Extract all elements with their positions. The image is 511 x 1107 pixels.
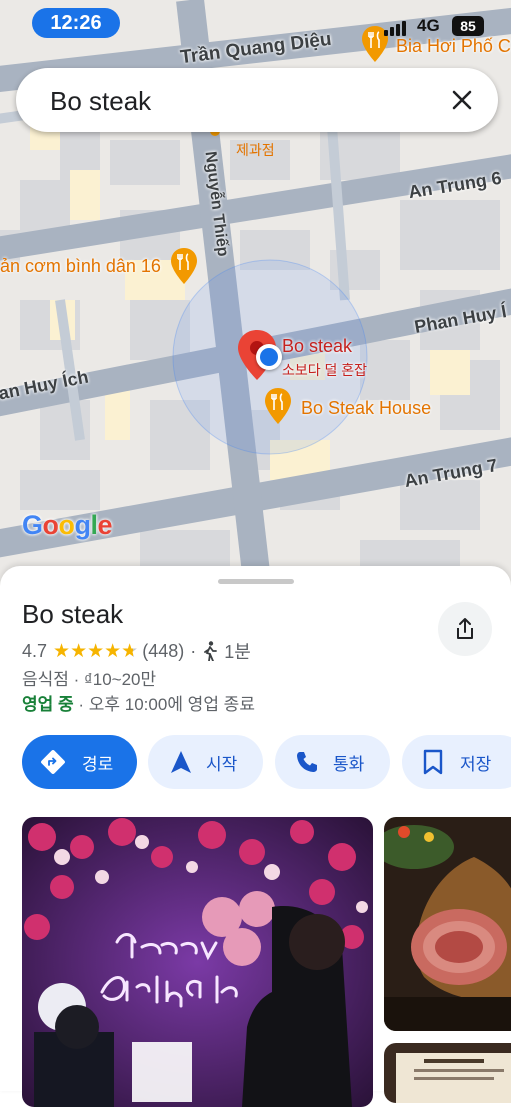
- directions-icon: [41, 750, 65, 774]
- google-logo: Google: [22, 510, 113, 540]
- start-button[interactable]: 시작: [148, 735, 263, 789]
- rating-value: 4.7: [22, 640, 48, 661]
- my-location-dot: [256, 344, 282, 370]
- walking-icon: [204, 641, 218, 661]
- place-photo-tertiary[interactable]: [384, 1043, 511, 1103]
- hours-row: 영업 중 · 오후 10:00에 영업 종료: [22, 690, 255, 715]
- start-label: 시작: [206, 754, 238, 774]
- poi-label: Bo Steak House: [301, 398, 432, 418]
- place-name: Bo steak: [22, 599, 124, 629]
- search-bar[interactable]: Bo steak: [16, 68, 498, 132]
- place-details-sheet[interactable]: Bo steak 4.7 ★★★★★ (448) · 1분 음식점 · ₫10~…: [0, 566, 511, 1107]
- place-photo-main[interactable]: [22, 817, 373, 1107]
- poi-label: ản cơm bình dân 16: [0, 256, 161, 276]
- save-button[interactable]: 저장: [402, 735, 511, 789]
- birthday-photo-image: [22, 817, 373, 1107]
- bookmark-icon: [423, 749, 443, 775]
- save-label: 저장: [460, 754, 492, 774]
- open-status: 영업 중: [22, 695, 74, 714]
- category-price: 음식점 · ₫10~20만: [22, 670, 157, 689]
- closing-time: · 오후 10:00에 영업 종료: [78, 695, 255, 714]
- steak-photo-image: [384, 817, 511, 1031]
- separator: ·: [190, 640, 197, 661]
- selected-place-label: Bo steak: [282, 336, 353, 356]
- battery-icon: 85: [452, 16, 484, 36]
- rating-row: 4.7 ★★★★★ (448) · 1분: [22, 638, 251, 664]
- directions-label: 경로: [82, 754, 114, 774]
- place-photo-secondary[interactable]: [384, 817, 511, 1031]
- share-button[interactable]: [438, 602, 492, 656]
- walk-time: 1분: [224, 642, 251, 662]
- directions-button[interactable]: 경로: [22, 735, 137, 789]
- call-button[interactable]: 통화: [275, 735, 390, 789]
- call-label: 통화: [333, 754, 365, 774]
- menu-photo-image: [384, 1043, 511, 1103]
- search-input[interactable]: Bo steak: [50, 86, 151, 117]
- review-count[interactable]: (448): [142, 641, 184, 662]
- share-icon: [457, 618, 473, 639]
- poi-bakery-label: 제과점: [236, 142, 275, 158]
- restaurant-pin-icon: [265, 388, 291, 424]
- phone-icon: [297, 752, 317, 772]
- status-bar: 12:26 4G 85: [0, 0, 511, 44]
- rating-stars-icon: ★★★★★: [53, 640, 139, 662]
- navigation-arrow-icon: [171, 751, 191, 773]
- close-icon: [452, 90, 472, 110]
- network-type: 4G: [417, 16, 440, 35]
- restaurant-pin-icon: [171, 248, 197, 284]
- status-time: 12:26: [32, 8, 120, 38]
- signal-strength-icon: [384, 20, 406, 36]
- clear-search-button[interactable]: [444, 82, 480, 118]
- selected-place-sublabel: 소보다 덜 혼잡: [282, 362, 368, 378]
- drag-handle[interactable]: [218, 579, 294, 584]
